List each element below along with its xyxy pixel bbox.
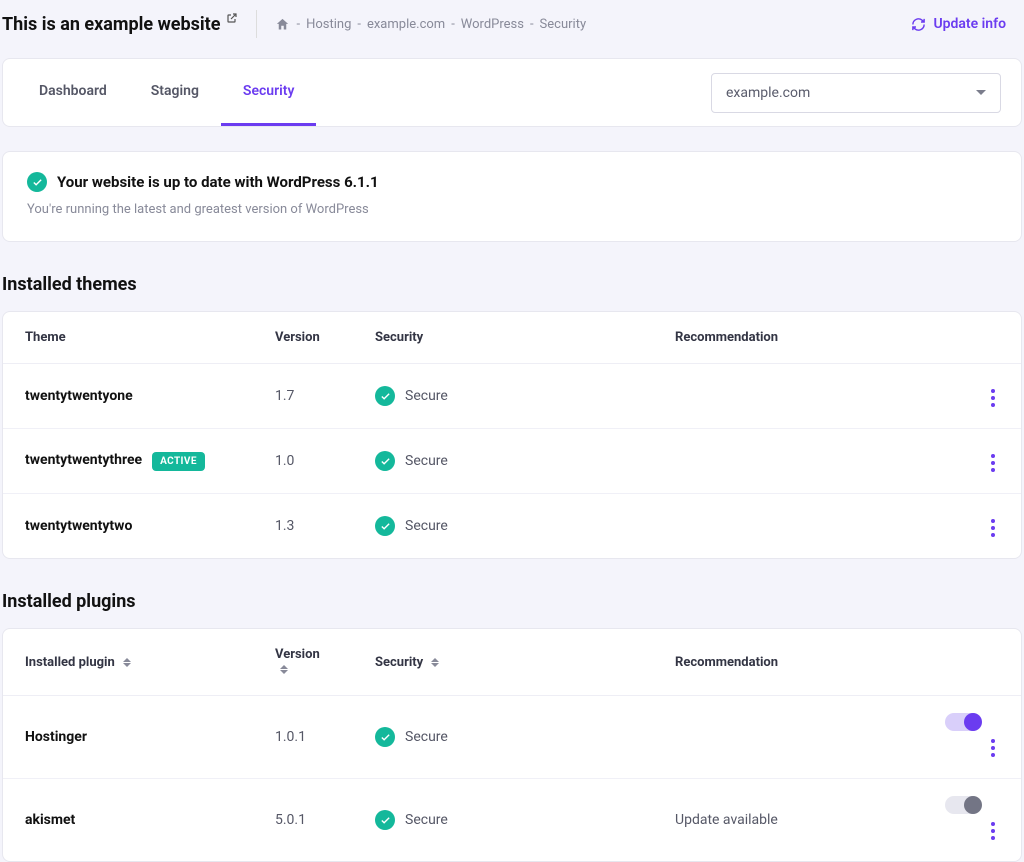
status-row: Your website is up to date with WordPres… bbox=[27, 172, 997, 192]
kebab-icon[interactable] bbox=[987, 735, 999, 761]
theme-recommendation bbox=[653, 364, 921, 429]
check-circle-icon bbox=[375, 727, 395, 747]
check-circle-icon bbox=[375, 386, 395, 406]
security-cell: Secure bbox=[375, 386, 631, 406]
theme-name: twentytwentyone bbox=[25, 388, 133, 404]
plugin-recommendation: Update available bbox=[653, 779, 921, 862]
breadcrumb: - Hosting - example.com - WordPress - Se… bbox=[275, 17, 586, 32]
tab-staging[interactable]: Staging bbox=[129, 59, 221, 126]
plugins-col-name[interactable]: Installed plugin bbox=[3, 629, 253, 696]
plugins-col-version[interactable]: Version bbox=[253, 629, 353, 696]
divider bbox=[256, 10, 257, 38]
plugins-table-card: Installed plugin Version Security Recomm… bbox=[2, 628, 1022, 862]
table-row: Hostinger 1.0.1 Secure bbox=[3, 696, 1021, 779]
breadcrumb-item[interactable]: Security bbox=[540, 17, 587, 32]
plugin-toggle[interactable] bbox=[945, 796, 981, 814]
check-circle-icon bbox=[27, 172, 47, 192]
themes-col-security: Security bbox=[353, 312, 653, 364]
themes-col-actions bbox=[921, 312, 1021, 364]
plugin-recommendation bbox=[653, 696, 921, 779]
home-icon[interactable] bbox=[275, 17, 290, 32]
sort-icon bbox=[431, 658, 439, 667]
chevron-down-icon bbox=[976, 90, 986, 95]
theme-recommendation bbox=[653, 494, 921, 559]
tabs-card: Dashboard Staging Security example.com bbox=[2, 58, 1022, 127]
plugin-version: 5.0.1 bbox=[253, 779, 353, 862]
breadcrumb-item[interactable]: example.com bbox=[367, 17, 445, 32]
theme-name: twentytwentythree bbox=[25, 452, 142, 468]
table-row: twentytwentyone 1.7 Secure bbox=[3, 364, 1021, 429]
plugins-heading: Installed plugins bbox=[2, 591, 1022, 612]
tab-security[interactable]: Security bbox=[221, 59, 317, 126]
check-circle-icon bbox=[375, 810, 395, 830]
plugin-version: 1.0.1 bbox=[253, 696, 353, 779]
tab-dashboard[interactable]: Dashboard bbox=[17, 59, 129, 126]
check-circle-icon bbox=[375, 516, 395, 536]
external-link-icon[interactable] bbox=[226, 12, 238, 28]
kebab-icon[interactable] bbox=[987, 385, 999, 411]
status-title: Your website is up to date with WordPres… bbox=[57, 173, 379, 191]
sort-icon bbox=[123, 658, 131, 667]
sort-icon bbox=[280, 665, 288, 674]
plugin-name: akismet bbox=[25, 812, 75, 828]
kebab-icon[interactable] bbox=[987, 450, 999, 476]
kebab-icon[interactable] bbox=[987, 515, 999, 541]
theme-version: 1.7 bbox=[253, 364, 353, 429]
active-badge: ACTIVE bbox=[152, 452, 205, 471]
themes-table: Theme Version Security Recommendation tw… bbox=[3, 312, 1021, 558]
theme-version: 1.0 bbox=[253, 429, 353, 494]
plugin-toggle[interactable] bbox=[945, 713, 981, 731]
breadcrumb-item[interactable]: Hosting bbox=[306, 17, 351, 32]
theme-version: 1.3 bbox=[253, 494, 353, 559]
theme-recommendation bbox=[653, 429, 921, 494]
security-cell: Secure bbox=[375, 727, 631, 747]
plugin-name: Hostinger bbox=[25, 729, 87, 745]
table-row: twentytwentytwo 1.3 Secure bbox=[3, 494, 1021, 559]
themes-heading: Installed themes bbox=[2, 274, 1022, 295]
security-cell: Secure bbox=[375, 516, 631, 536]
breadcrumb-item[interactable]: WordPress bbox=[461, 17, 524, 32]
domain-select[interactable]: example.com bbox=[711, 73, 1001, 113]
domain-select-value: example.com bbox=[726, 85, 810, 101]
refresh-icon bbox=[911, 17, 926, 32]
table-row: akismet 5.0.1 Secure Update available bbox=[3, 779, 1021, 862]
themes-col-recommendation: Recommendation bbox=[653, 312, 921, 364]
theme-name: twentytwentytwo bbox=[25, 518, 132, 534]
check-circle-icon bbox=[375, 451, 395, 471]
security-cell: Secure bbox=[375, 451, 631, 471]
table-row: twentytwentythree ACTIVE 1.0 Secure bbox=[3, 429, 1021, 494]
security-cell: Secure bbox=[375, 810, 631, 830]
status-card: Your website is up to date with WordPres… bbox=[2, 151, 1022, 242]
plugins-col-actions bbox=[921, 629, 1021, 696]
themes-col-theme: Theme bbox=[3, 312, 253, 364]
themes-col-version: Version bbox=[253, 312, 353, 364]
plugins-table: Installed plugin Version Security Recomm… bbox=[3, 629, 1021, 861]
update-info-button[interactable]: Update info bbox=[911, 16, 1022, 32]
plugins-col-security[interactable]: Security bbox=[353, 629, 653, 696]
status-subtitle: You're running the latest and greatest v… bbox=[27, 202, 997, 217]
page-header: This is an example website - Hosting - e… bbox=[0, 0, 1024, 48]
site-title-block: This is an example website bbox=[2, 14, 238, 35]
site-title: This is an example website bbox=[2, 14, 220, 35]
themes-table-card: Theme Version Security Recommendation tw… bbox=[2, 311, 1022, 559]
plugins-col-recommendation: Recommendation bbox=[653, 629, 921, 696]
tabs: Dashboard Staging Security bbox=[17, 59, 316, 126]
kebab-icon[interactable] bbox=[987, 818, 999, 844]
